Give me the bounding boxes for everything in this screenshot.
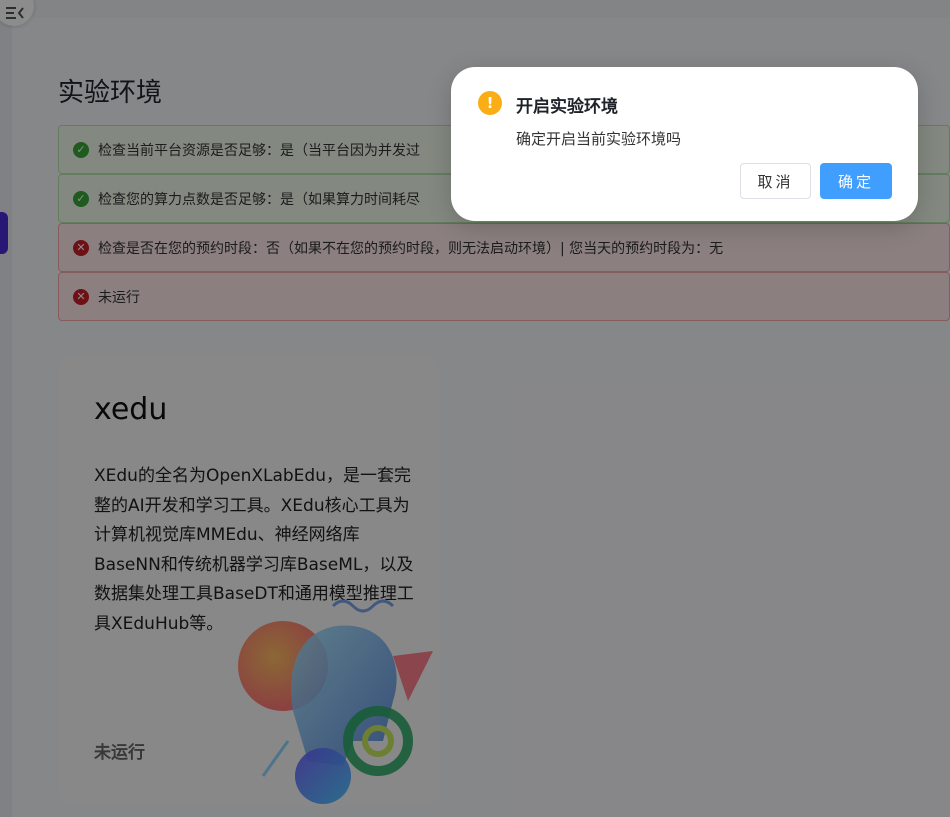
cancel-button[interactable]: 取消 bbox=[740, 163, 811, 199]
dialog-message: 确定开启当前实验环境吗 bbox=[516, 130, 682, 148]
exclamation-circle-icon: ! bbox=[478, 91, 502, 115]
confirm-dialog: ! 开启实验环境 确定开启当前实验环境吗 取消 确定 bbox=[451, 67, 918, 221]
dialog-title: 开启实验环境 bbox=[516, 97, 618, 117]
confirm-button[interactable]: 确定 bbox=[820, 163, 892, 199]
